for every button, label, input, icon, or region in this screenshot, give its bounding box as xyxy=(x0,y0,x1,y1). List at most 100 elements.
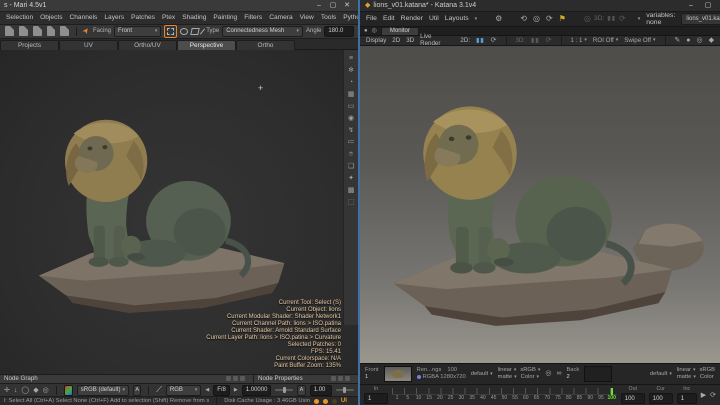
out-field[interactable]: 100 xyxy=(621,393,645,404)
pause-2d-icon[interactable]: ▮▮ xyxy=(476,37,485,44)
refresh-2d-icon[interactable]: ⟳ xyxy=(491,37,497,44)
matte-dropdown[interactable]: matte▾ xyxy=(498,374,517,380)
front-thumbnail[interactable] xyxy=(384,366,412,382)
menu-render[interactable]: Render xyxy=(401,15,423,22)
step-left-icon[interactable]: ◀ xyxy=(205,388,209,393)
panel-header-icons[interactable] xyxy=(226,376,245,381)
import-icon[interactable] xyxy=(33,26,42,36)
menu-painting[interactable]: Painting xyxy=(213,14,237,21)
target-icon[interactable]: ◎ xyxy=(533,15,540,23)
srgb-dropdown[interactable]: sRGB xyxy=(700,367,715,373)
archive-icon[interactable] xyxy=(60,26,69,36)
gain-field[interactable]: 1.00000 xyxy=(242,385,272,396)
node-ring-icon[interactable]: ◎ xyxy=(43,387,49,394)
katana-monitor-viewport[interactable] xyxy=(360,46,720,363)
strip-plane-icon[interactable]: ▭ xyxy=(348,103,355,110)
back-thumbnail[interactable] xyxy=(584,366,612,382)
channel-dropdown[interactable]: RGB ▾ xyxy=(166,385,201,396)
menu-layers[interactable]: Layers xyxy=(104,14,124,21)
menu-shading[interactable]: Shading xyxy=(182,14,206,21)
strip-history-icon[interactable]: ◔ xyxy=(349,79,353,86)
display-3d-menu[interactable]: 3D xyxy=(406,37,414,44)
inc-field[interactable]: 1 xyxy=(677,393,697,404)
zoom-dropdown[interactable]: 1 : 1▾ xyxy=(570,37,587,44)
node-circle-icon[interactable]: ◯ xyxy=(21,387,29,394)
node-properties-header[interactable]: Node Properties xyxy=(253,375,358,384)
select-tool-cursor-icon[interactable]: ➤ xyxy=(81,26,91,36)
front-buffer-label[interactable]: Front 1 xyxy=(365,367,379,380)
move-node-icon[interactable]: ✛ xyxy=(4,387,10,394)
minimize-button[interactable]: – xyxy=(312,2,326,9)
magic-wand-tool-icon[interactable] xyxy=(202,28,203,35)
variables-label[interactable]: variables: none xyxy=(646,12,675,26)
tab-uv[interactable]: UV xyxy=(59,40,118,50)
tab-ortho-uv[interactable]: Ortho/UV xyxy=(118,40,177,50)
node-diamond-icon[interactable]: ◆ xyxy=(33,387,38,394)
tab-projects[interactable]: Projects xyxy=(0,40,59,50)
display-2d-menu[interactable]: 2D xyxy=(392,37,400,44)
maximize-button[interactable]: ▢ xyxy=(701,1,715,9)
loop-icon[interactable]: ⟳ xyxy=(710,392,716,399)
polygon-lasso-tool-icon[interactable] xyxy=(191,28,199,35)
strip-grid-icon[interactable]: ▩ xyxy=(348,187,355,194)
angle-field[interactable]: 180.0 xyxy=(324,26,354,37)
diamond-icon[interactable]: ◆ xyxy=(709,37,714,44)
strip-menu-icon[interactable]: ≡ xyxy=(349,55,353,62)
timeline-ruler[interactable]: 1 5 10 15 20 25 30 35 40 45 50 55 60 65 … xyxy=(392,388,617,402)
gear-icon[interactable]: ⚙ xyxy=(495,15,502,23)
color-swatch-icon[interactable] xyxy=(64,385,73,396)
variables-chevron-icon[interactable]: ▾ xyxy=(638,16,641,22)
type-dropdown[interactable]: Connectedness Mesh ▾ xyxy=(222,26,303,37)
link-buffers-icon[interactable]: ∞ xyxy=(556,370,561,377)
menu-selection[interactable]: Selection xyxy=(6,14,33,21)
dot-icon[interactable]: ● xyxy=(686,37,690,44)
srgb-dropdown[interactable]: sRGB▾ xyxy=(520,367,540,373)
gain-reset-button[interactable]: A xyxy=(297,385,305,396)
strip-freeze-icon[interactable]: ❄ xyxy=(348,67,354,74)
export-icon[interactable] xyxy=(47,26,56,36)
matte-dropdown[interactable]: matte▾ xyxy=(677,374,696,380)
strip-light-icon[interactable]: ◉ xyxy=(348,115,354,122)
menu-objects[interactable]: Objects xyxy=(40,14,62,21)
menu-channels[interactable]: Channels xyxy=(70,14,98,21)
tab-ortho[interactable]: Ortho xyxy=(236,40,295,50)
colorspace-dropdown[interactable]: sRGB (default) ▾ xyxy=(77,385,129,396)
color-dropdown[interactable]: Color▾ xyxy=(521,374,539,380)
layouts-chevron-icon[interactable]: ▾ xyxy=(475,16,478,22)
colorspace-auto-button[interactable]: A xyxy=(133,385,141,396)
gamma-slider[interactable] xyxy=(336,389,354,391)
menu-camera[interactable]: Camera xyxy=(269,14,292,21)
menu-file[interactable]: File xyxy=(366,15,377,22)
sync-icon[interactable]: ⟲ xyxy=(520,15,527,23)
menu-util[interactable]: Util xyxy=(429,15,439,22)
flag-icon[interactable]: ⚑ xyxy=(559,15,566,23)
linear-dropdown[interactable]: linear▾ xyxy=(677,367,696,373)
mari-viewport[interactable]: + ≡ ❄ ◔ ▦ ▭ ◉ ↯ ≔ ⌾ ❏ ✦ ▩ ⬚ Current Tool… xyxy=(0,50,358,373)
ring-icon[interactable]: ◎ xyxy=(696,37,702,44)
gain-slider[interactable] xyxy=(275,389,293,391)
tab-perspective[interactable]: Perspective xyxy=(177,40,236,50)
in-field[interactable]: 1 xyxy=(364,393,388,404)
cur-field[interactable]: 100 xyxy=(649,393,673,404)
strip-image-icon[interactable]: ▦ xyxy=(348,91,355,98)
lion-statue-model[interactable] xyxy=(16,116,316,328)
pass-name[interactable]: Ren...ngs xyxy=(417,367,442,373)
strip-shader-icon[interactable]: ↯ xyxy=(348,127,354,134)
roi-dropdown[interactable]: ROI Off▾ xyxy=(593,37,618,44)
linear-dropdown[interactable]: linear▾ xyxy=(498,367,517,373)
strip-star-icon[interactable]: ✦ xyxy=(348,175,354,182)
lasso-tool-icon[interactable] xyxy=(180,28,188,35)
close-button[interactable]: ✕ xyxy=(340,1,354,9)
swipe-dropdown[interactable]: Swipe Off▾ xyxy=(624,37,655,44)
step-right-icon[interactable]: ▶ xyxy=(234,388,238,393)
strip-sliders-icon[interactable]: ≔ xyxy=(348,139,355,146)
back-default-dropdown[interactable]: default▾ xyxy=(650,371,672,377)
facing-dropdown[interactable]: Front ▾ xyxy=(114,26,161,37)
gamma-field[interactable]: 1.00 xyxy=(310,385,333,396)
node-graph-header[interactable]: Node Graph xyxy=(0,375,253,384)
pane-dot-icon[interactable]: ● xyxy=(364,28,368,34)
panel-header-icons[interactable] xyxy=(331,376,350,381)
refresh-3d-icon[interactable]: ⟳ xyxy=(546,37,552,44)
menu-layouts[interactable]: Layouts xyxy=(445,15,469,22)
maximize-button[interactable]: ▢ xyxy=(326,1,340,9)
